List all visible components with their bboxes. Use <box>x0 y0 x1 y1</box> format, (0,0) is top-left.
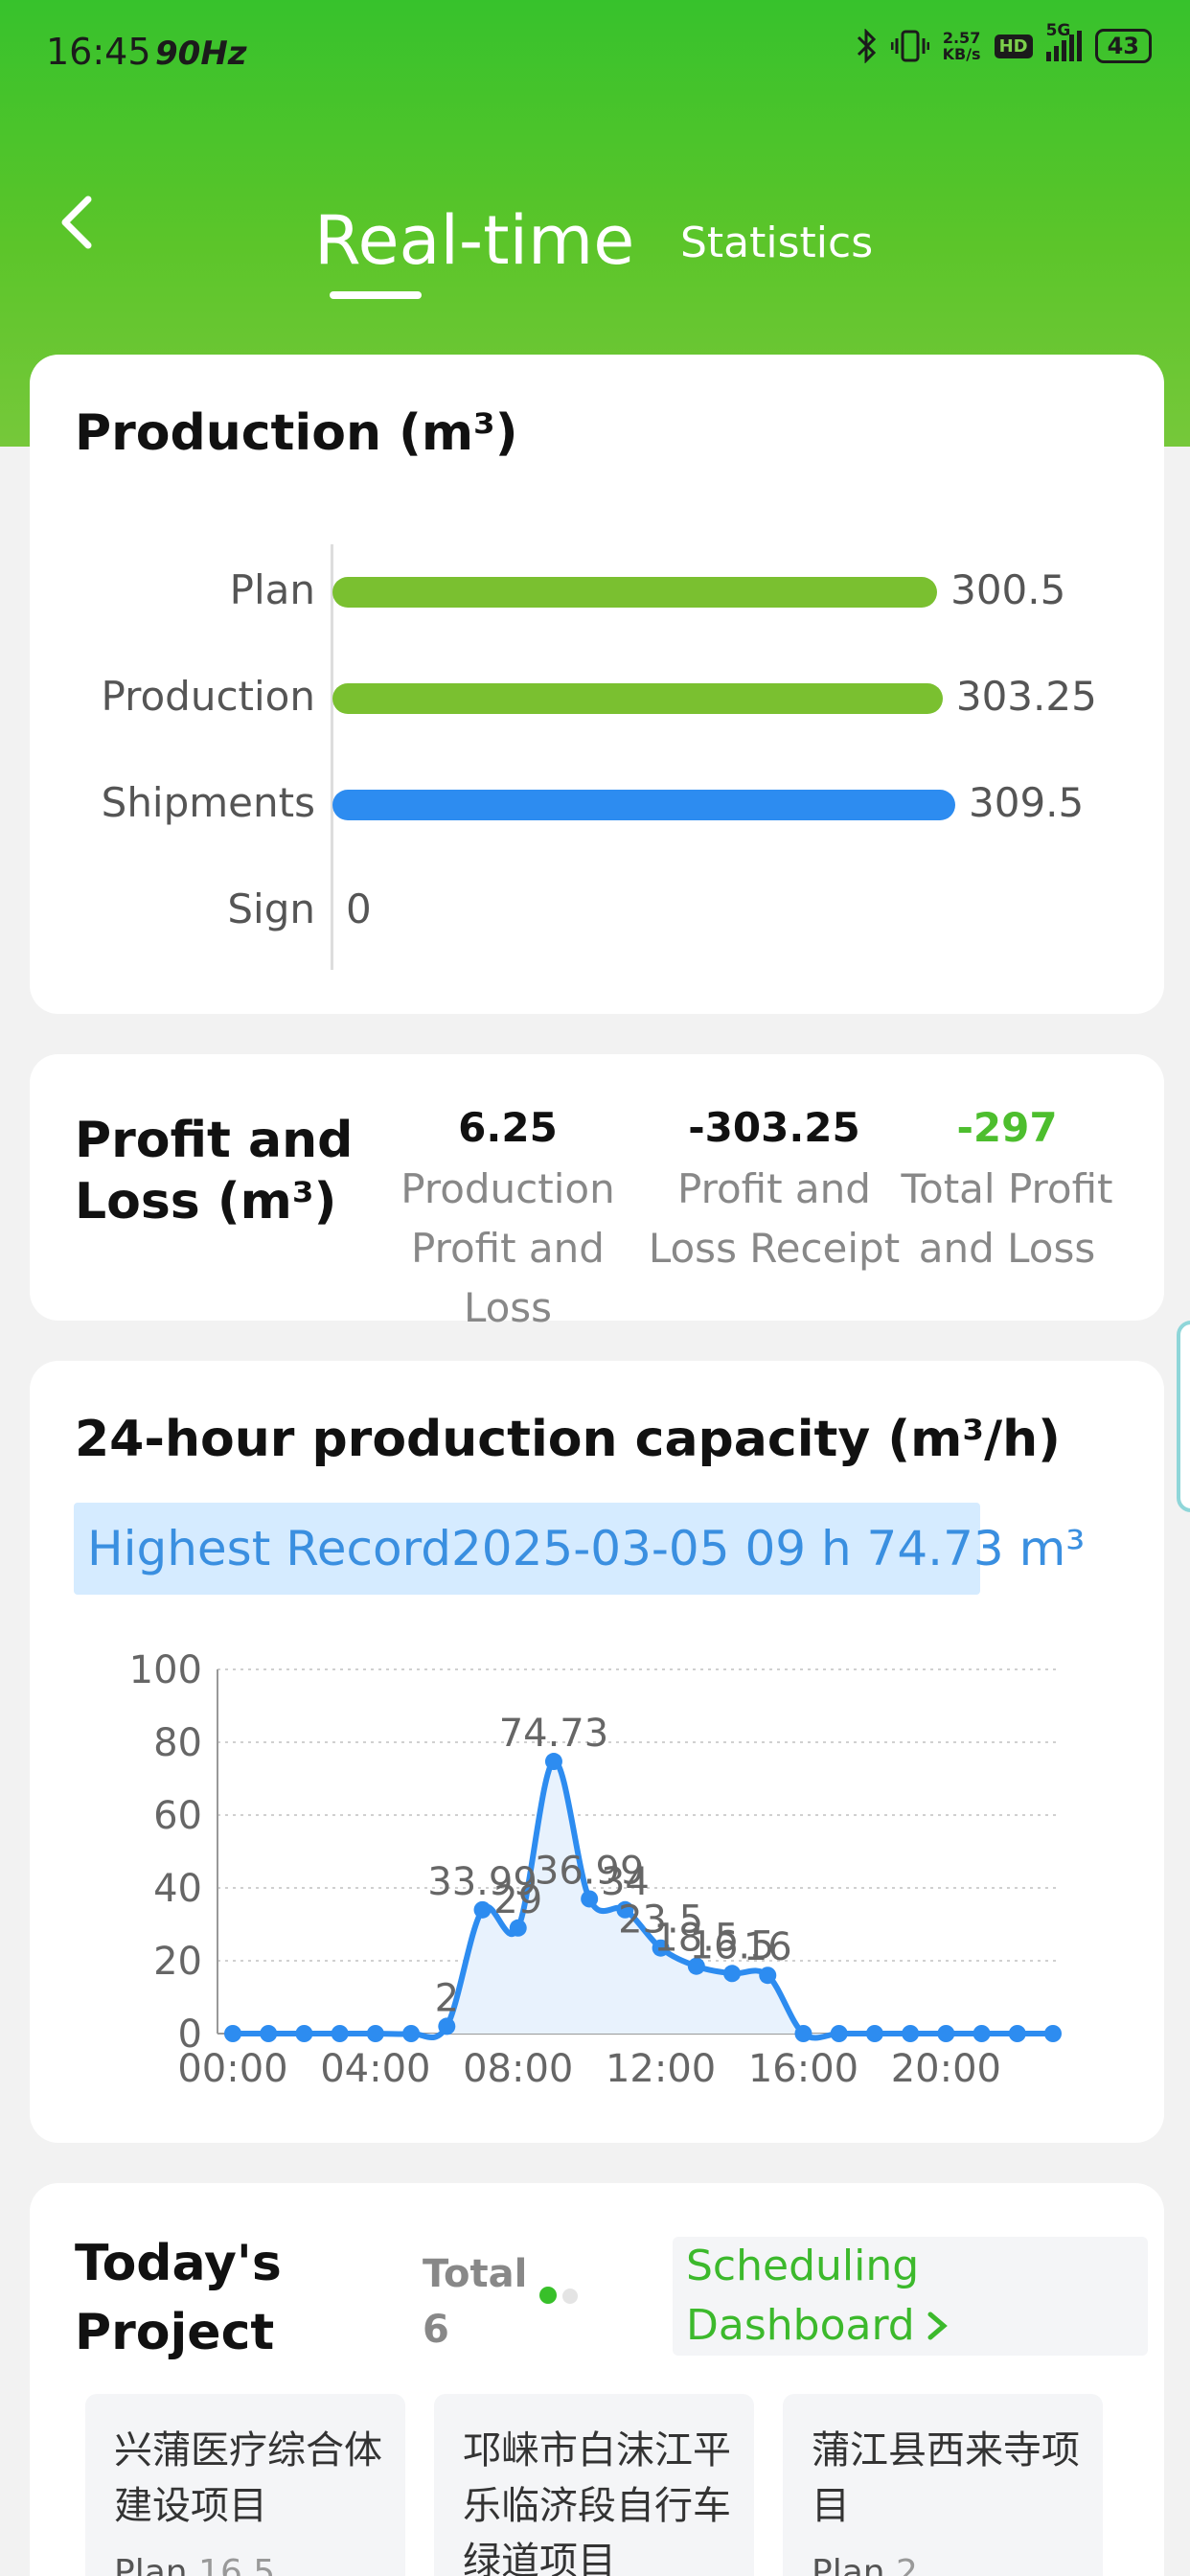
scheduling-dashboard-link[interactable]: Scheduling Dashboard <box>673 2237 1148 2356</box>
profit-loss-title: Profit and Loss (m³) <box>75 1112 354 1230</box>
total-profit-label: Total Profit and Loss <box>901 1165 1113 1272</box>
capacity-card: 24-hour production capacity (m³/h) Highe… <box>30 1361 1164 2143</box>
refresh-rate: 90Hz <box>155 34 247 73</box>
data-point <box>224 2025 241 2042</box>
data-point <box>295 2025 313 2042</box>
bar <box>332 577 938 608</box>
capacity-line-chart: 10080604020000:00 04:00 08:00 12:00 16:00 20:… <box>129 1648 1062 2091</box>
signal-strength: 5G <box>1045 21 1082 61</box>
data-point <box>794 2025 812 2042</box>
data-point <box>331 2025 349 2042</box>
data-label: 2 <box>435 1976 459 2020</box>
data-point <box>937 2025 955 2042</box>
tab-statistics[interactable]: Statistics <box>680 218 873 267</box>
tab-real-time[interactable]: Real-time <box>314 201 634 280</box>
project-name: 蒲江县西来寺项目 <box>812 2428 1080 2528</box>
bar-category-label: Production <box>101 673 315 720</box>
bar-value-label: 0 <box>346 886 372 932</box>
x-tick-label: 12:00 <box>606 2047 716 2091</box>
page-dot[interactable] <box>562 2288 578 2304</box>
page-dot-active[interactable] <box>539 2287 557 2304</box>
back-button[interactable] <box>50 192 103 253</box>
data-label: 74.73 <box>499 1712 609 1756</box>
x-tick-label: 20:00 <box>891 2047 1001 2091</box>
bar <box>332 683 943 714</box>
project-plan: Plan 16.5 <box>114 2553 276 2576</box>
bar-value-label: 300.5 <box>950 566 1066 613</box>
data-point <box>902 2025 920 2042</box>
hd-badge: HD <box>994 34 1033 58</box>
data-point <box>366 2025 384 2042</box>
x-tick-label: 00:00 <box>177 2047 287 2091</box>
project-card[interactable]: 蒲江县西来寺项目 Plan 2 <box>783 2394 1103 2576</box>
status-icons: 2.57 KB/s HD 5G 43 <box>855 21 1152 63</box>
bar <box>332 790 955 820</box>
y-tick-label: 80 <box>153 1721 202 1765</box>
status-bar: 16:45 90Hz 2.57 KB/s HD 5G 43 <box>0 0 1190 105</box>
project-card[interactable]: 邛崃市白沫江平乐临济段自行车绿道项目 <box>434 2394 754 2576</box>
data-point <box>1008 2025 1026 2042</box>
bar-axis <box>331 544 333 970</box>
data-point <box>830 2025 848 2042</box>
production-profit-label: Production Profit and Loss <box>400 1165 615 1331</box>
production-title: Production (m³) <box>75 404 518 462</box>
production-profit-value: 6.25 <box>458 1104 558 1151</box>
bar-value-label: 309.5 <box>969 779 1085 826</box>
data-label: 16 <box>744 1925 792 1969</box>
data-point <box>260 2025 278 2042</box>
bar-category-label: Sign <box>227 886 315 932</box>
network-speed: 2.57 KB/s <box>942 29 981 63</box>
status-time: 16:45 <box>46 31 151 73</box>
bluetooth-icon <box>857 29 876 63</box>
active-tab-indicator <box>330 291 422 299</box>
data-point <box>1044 2025 1062 2042</box>
x-tick-label: 08:00 <box>463 2047 573 2091</box>
y-tick-label: 100 <box>129 1648 202 1692</box>
project-name: 邛崃市白沫江平乐临济段自行车绿道项目 <box>463 2428 731 2576</box>
x-tick-label: 04:00 <box>320 2047 430 2091</box>
y-tick-label: 60 <box>153 1794 202 1838</box>
data-point <box>402 2025 421 2042</box>
project-plan: Plan 2 <box>812 2553 918 2576</box>
vibrate-icon <box>890 30 929 62</box>
bar-category-label: Plan <box>229 566 315 613</box>
network-type: 5G <box>1045 21 1071 40</box>
project-name: 兴蒲医疗综合体建设项目 <box>114 2428 382 2528</box>
y-tick-label: 20 <box>153 1940 202 1984</box>
data-point <box>973 2025 991 2042</box>
profit-loss-card: Profit and Loss (m³) 6.25 Production Pro… <box>30 1054 1164 1331</box>
total-profit-value: -297 <box>956 1104 1058 1151</box>
projects-title: Today's Project <box>75 2235 282 2361</box>
y-tick-label: 40 <box>153 1867 202 1911</box>
bar-category-label: Shipments <box>101 779 315 826</box>
chevron-left-icon <box>61 196 92 249</box>
floating-side-handle[interactable] <box>1177 1321 1190 1512</box>
chevron-right-icon <box>927 2312 948 2340</box>
project-card[interactable]: 兴蒲医疗综合体建设项目 Plan 16.5 <box>85 2394 405 2576</box>
production-card: Production (m³) Plan 300.5 Production 303.2… <box>30 355 1164 1014</box>
project-total: Total 6 <box>423 2252 528 2352</box>
x-tick-label: 16:00 <box>748 2047 858 2091</box>
battery-icon: 43 <box>1094 29 1152 63</box>
data-point <box>865 2025 883 2042</box>
bar-value-label: 303.25 <box>955 673 1097 720</box>
